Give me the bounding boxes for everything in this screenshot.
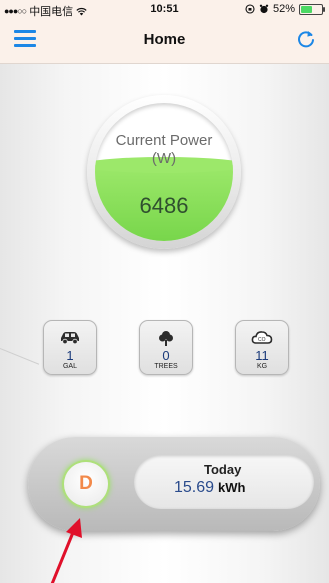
gauge-label: Current Power xyxy=(115,132,213,149)
d-badge-letter: D xyxy=(79,473,93,494)
trees-label: TREES xyxy=(154,363,178,370)
svg-text:CO: CO xyxy=(258,337,266,343)
refresh-button[interactable] xyxy=(295,28,317,50)
battery-icon xyxy=(299,3,325,15)
co2-cloud-icon: CO xyxy=(251,331,273,344)
gauge-face: Current Power (W) 6486 xyxy=(95,103,233,241)
today-readout: Today 15.69 kWh xyxy=(134,455,314,509)
status-bar: ●●●○○ 中国电信 10:51 52% xyxy=(0,0,329,18)
refresh-icon xyxy=(298,31,314,48)
red-arrow-annotation xyxy=(50,518,82,583)
co2-value: 11 xyxy=(255,348,269,363)
gallons-tile[interactable]: 1 GAL xyxy=(43,320,97,375)
rotation-lock-icon xyxy=(245,4,255,14)
today-label: Today xyxy=(204,462,242,477)
alarm-icon xyxy=(259,4,269,14)
d-badge-button[interactable]: D xyxy=(64,462,108,506)
today-energy-value: 15.69 kWh xyxy=(174,479,246,497)
gallons-value: 1 xyxy=(66,348,74,363)
co2-tile[interactable]: CO 11 KG xyxy=(235,320,289,375)
status-right: 52% xyxy=(245,3,325,15)
nav-bar: Home xyxy=(0,18,329,64)
tree-icon xyxy=(159,331,173,346)
decorative-divider xyxy=(0,348,40,365)
today-energy-number: 15.69 xyxy=(174,479,215,496)
battery-percent: 52% xyxy=(272,3,295,15)
trees-value: 0 xyxy=(162,348,170,363)
today-energy-unit: kWh xyxy=(218,480,246,495)
gallons-label: GAL xyxy=(62,363,77,370)
co2-label: KG xyxy=(256,363,268,370)
gauge-unit: (W) xyxy=(151,150,177,167)
trees-tile[interactable]: 0 TREES xyxy=(139,320,193,375)
app-screen: ●●●○○ 中国电信 10:51 52% Home Current Power … xyxy=(0,0,329,583)
car-icon xyxy=(61,332,79,345)
page-title: Home xyxy=(143,31,186,48)
current-power-value: 6486 xyxy=(139,193,189,218)
current-power-gauge: Current Power (W) 6486 xyxy=(87,95,241,249)
